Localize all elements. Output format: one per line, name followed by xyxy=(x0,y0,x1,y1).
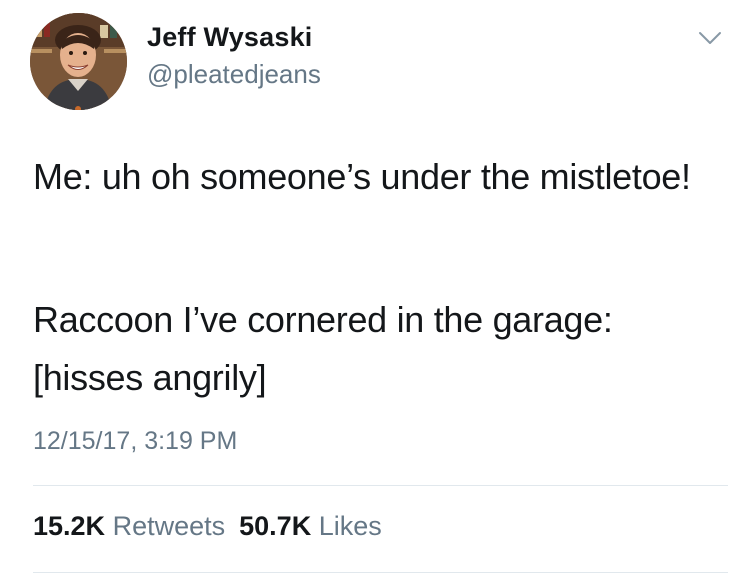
tweet-text-paragraph: Me: uh oh someone’s under the mistletoe! xyxy=(33,156,691,197)
divider xyxy=(33,572,728,573)
engagement-stats: 15.2K Retweets 50.7K Likes xyxy=(33,511,382,542)
retweets-count: 15.2K xyxy=(33,511,106,541)
chevron-down-icon[interactable] xyxy=(697,28,723,48)
divider xyxy=(33,485,728,486)
user-handle[interactable]: @pleatedjeans xyxy=(147,59,321,90)
display-name[interactable]: Jeff Wysaski xyxy=(147,22,313,53)
tweet-card: Jeff Wysaski @pleatedjeans Me: uh oh som… xyxy=(0,0,750,578)
likes-count: 50.7K xyxy=(239,511,312,541)
avatar[interactable] xyxy=(30,13,127,110)
likes-link[interactable]: 50.7K Likes xyxy=(239,511,382,541)
retweets-link[interactable]: 15.2K Retweets xyxy=(33,511,225,541)
retweets-label: Retweets xyxy=(112,511,226,541)
tweet-timestamp[interactable]: 12/15/17, 3:19 PM xyxy=(33,427,237,456)
avatar-image xyxy=(30,13,127,110)
likes-label: Likes xyxy=(318,511,382,541)
tweet-text-paragraph: Raccoon I’ve cornered in the garage: [hi… xyxy=(33,299,613,398)
